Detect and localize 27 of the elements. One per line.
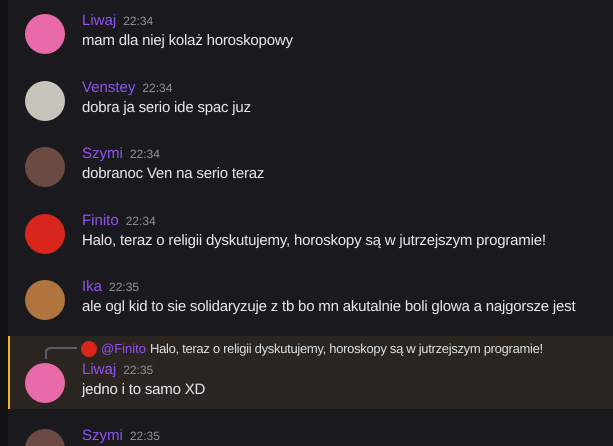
username[interactable]: Liwaj	[82, 360, 116, 378]
username[interactable]: Szymi	[82, 145, 123, 162]
reply-preview: Halo, teraz o religii dyskutujemy, horoskopy są w jutrzejszym programie!	[150, 341, 543, 356]
message-text: dobranoc Ven na serio teraz	[82, 165, 264, 182]
timestamp: 22:35	[130, 428, 160, 442]
message-text: jedno i to samo XD	[82, 380, 206, 398]
message-text: Halo, teraz o religii dyskutujemy, horoskopy są w jutrzejszym programie!	[82, 232, 546, 248]
timestamp: 22:34	[123, 14, 154, 28]
avatar[interactable]	[25, 362, 65, 402]
timestamp: 22:34	[130, 147, 160, 161]
mention-link[interactable]: @Finito	[101, 341, 146, 356]
message-text: dobra ja serio ide spac juz	[82, 98, 251, 116]
avatar[interactable]	[25, 14, 65, 54]
reply-connector-icon	[45, 346, 77, 358]
timestamp: 22:35	[123, 362, 154, 376]
timestamp: 22:35	[109, 280, 140, 294]
username[interactable]: Finito	[82, 212, 119, 228]
message-text: ale ogl kid to sie solidaryzuje z tb bo mn akutalnie boli glowa a najgorsze jest	[82, 298, 576, 315]
username[interactable]: Ika	[82, 278, 102, 295]
username[interactable]: Szymi	[82, 426, 123, 444]
timestamp: 22:34	[126, 214, 156, 228]
avatar[interactable]	[25, 280, 65, 320]
avatar[interactable]	[25, 80, 65, 120]
timestamp: 22:34	[142, 80, 172, 94]
username[interactable]: Venstey	[82, 78, 136, 96]
message-text: mam dla niej kolaż horoskopowy	[82, 32, 293, 49]
username[interactable]: Liwaj	[82, 12, 116, 29]
